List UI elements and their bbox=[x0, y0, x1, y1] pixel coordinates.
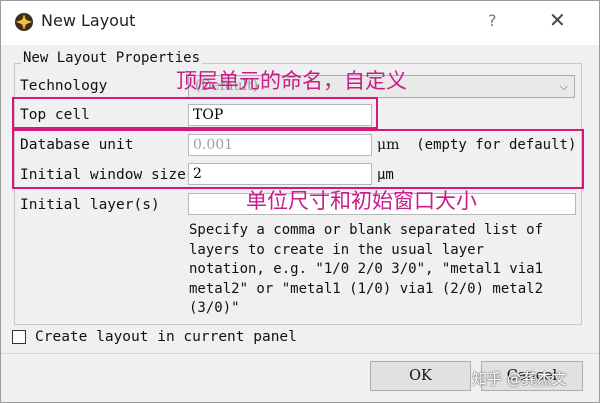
initial-layers-label: Initial layer(s) bbox=[20, 197, 160, 213]
unit-annotation: 单位尺寸和初始窗口大小 bbox=[246, 189, 477, 213]
ok-button[interactable]: OK bbox=[370, 361, 471, 391]
hint-line: Specify a comma or blank separated list … bbox=[189, 222, 544, 238]
technology-label: Technology bbox=[20, 78, 108, 94]
hint-line: (3/0)" bbox=[189, 300, 240, 316]
close-icon[interactable]: ✕ bbox=[549, 8, 566, 32]
group-title: New Layout Properties bbox=[21, 50, 203, 66]
top-cell-annotation: 顶层单元的命名，自定义 bbox=[176, 69, 407, 93]
create-in-current-panel-label[interactable]: Create layout in current panel bbox=[35, 329, 297, 345]
watermark: 知乎 @龚杰文 bbox=[472, 370, 567, 388]
create-in-current-panel-checkbox[interactable] bbox=[12, 330, 26, 344]
top-cell-highlight-box bbox=[12, 97, 378, 129]
window-title: New Layout bbox=[41, 11, 136, 30]
initial-layers-hint: Specify a comma or blank separated list … bbox=[189, 221, 581, 319]
unit-highlight-box bbox=[12, 129, 584, 189]
hint-line: metal2" or "metal1 (1/0) via1 (2/0) meta… bbox=[189, 280, 544, 297]
klayout-app-icon bbox=[15, 13, 33, 31]
chevron-down-icon: ⌵ bbox=[559, 80, 568, 93]
footer-divider bbox=[1, 353, 599, 354]
title-bar: New Layout ? ✕ bbox=[1, 1, 599, 45]
hint-line: notation, e.g. "1/0 2/0 3/0", "metal1 vi… bbox=[189, 261, 544, 277]
hint-line: layers to create in the usual layer bbox=[189, 241, 485, 258]
help-icon[interactable]: ? bbox=[488, 11, 497, 30]
